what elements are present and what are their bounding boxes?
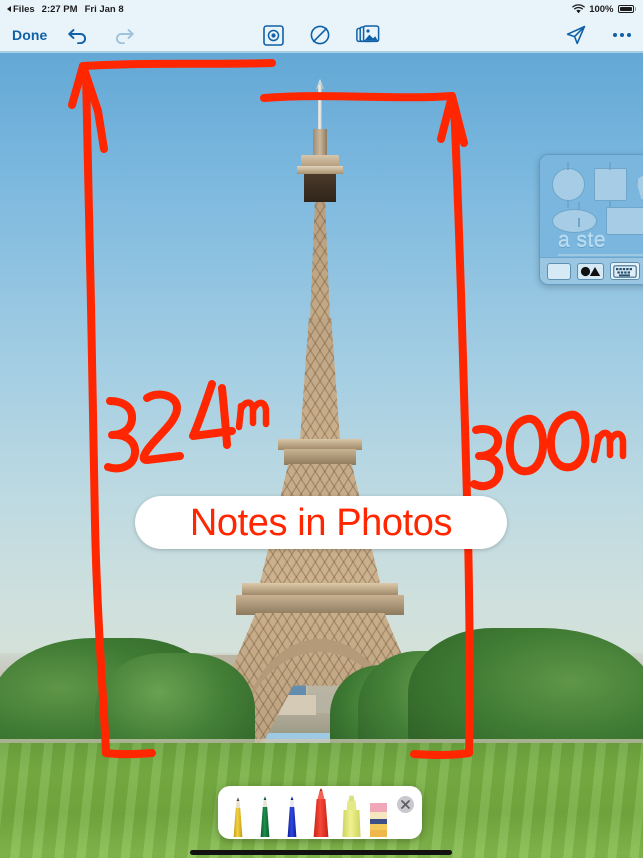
shape-handle-tick	[567, 200, 569, 208]
red-marker-tool	[313, 788, 329, 837]
keyboard-icon[interactable]	[610, 262, 640, 280]
markup-shape-icon[interactable]	[263, 24, 284, 46]
markup-editor-screen: Files 2:27 PM Fri Jan 8 100% Done Notes …	[0, 0, 643, 858]
shape-panel-toolbar	[540, 257, 643, 284]
square-shape-option[interactable]	[594, 168, 627, 201]
status-date: Fri Jan 8	[84, 3, 124, 15]
shape-handle-tick	[609, 200, 611, 208]
palette-tools[interactable]	[218, 786, 422, 839]
battery-percent-label: 100%	[589, 3, 614, 15]
home-bar-indicator	[190, 850, 452, 855]
done-button[interactable]: Done	[12, 27, 47, 43]
text-annotation-label: Notes in Photos	[189, 501, 453, 544]
shape-handle-tick	[578, 218, 580, 227]
pencil-tool	[233, 797, 243, 837]
shape-style-panel[interactable]: a ste	[539, 154, 643, 285]
shape-handle-tick	[578, 202, 580, 209]
pentagon-shape-option[interactable]	[636, 168, 643, 201]
wifi-icon	[572, 4, 586, 14]
battery-full-icon	[617, 5, 636, 13]
close-x-icon[interactable]	[397, 796, 414, 813]
back-to-files-button[interactable]: Files	[7, 4, 35, 15]
photo-canvas[interactable]: Notes in Photos a ste	[0, 53, 643, 858]
undo-arrow-icon[interactable]	[67, 25, 91, 44]
shape-panel-title: a ste	[558, 229, 607, 252]
eraser-tool	[370, 803, 387, 837]
triangle-left-icon	[7, 6, 11, 12]
redo-arrow-icon	[116, 29, 135, 44]
text-annotation-pill[interactable]: Notes in Photos	[135, 496, 507, 549]
photo-stack-icon[interactable]	[356, 25, 380, 45]
blue-marker-tool	[287, 796, 297, 837]
shape-handle-tick	[609, 162, 611, 170]
more-ellipsis-icon[interactable]	[613, 32, 631, 37]
status-time: 2:27 PM	[41, 3, 78, 15]
green-marker-tool	[260, 796, 270, 837]
status-bar: Files 2:27 PM Fri Jan 8 100%	[0, 0, 643, 18]
color-swatch-grid-icon[interactable]	[547, 262, 571, 280]
shape-panel-underline	[558, 254, 643, 256]
markup-toolbar: Done	[0, 18, 643, 52]
shape-handle-tick	[567, 162, 569, 170]
circle-triangle-icon[interactable]	[577, 262, 604, 280]
highlighter-tool	[342, 795, 361, 837]
markup-tool-palette[interactable]	[218, 786, 422, 839]
send-arrow-icon[interactable]	[565, 24, 587, 46]
back-app-label: Files	[13, 3, 35, 15]
circle-slash-icon[interactable]	[309, 24, 331, 46]
circle-shape-option[interactable]	[552, 168, 585, 201]
